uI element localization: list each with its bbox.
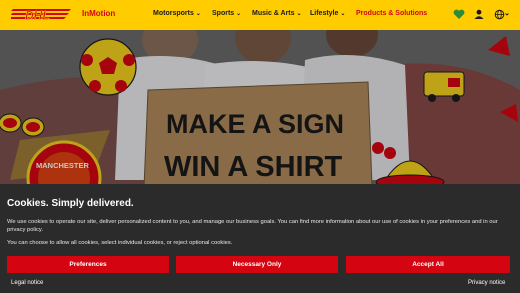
dhl-logo[interactable]: DHL xyxy=(11,8,73,22)
cookie-choice-text: You can choose to allow all cookies, sel… xyxy=(7,240,233,246)
brand-inmotion[interactable]: InMotion xyxy=(82,9,115,18)
chevron-down-icon: ⌄ xyxy=(195,11,201,17)
nav-label: Lifestyle xyxy=(310,10,339,17)
nav-lifestyle[interactable]: Lifestyle ⌄ xyxy=(310,10,345,17)
nav-label: Music & Arts xyxy=(252,10,295,17)
nav-music-arts[interactable]: Music & Arts ⌄ xyxy=(252,10,302,17)
nav-label: Products & Solutions xyxy=(356,10,428,17)
nav-label: Sports xyxy=(212,10,235,17)
site-header: DHL InMotion Motorsports ⌄ Sports ⌄ Music … xyxy=(0,0,520,30)
cookie-banner: Cookies. Simply delivered. We use cookie… xyxy=(0,184,520,293)
logo-text: DHL xyxy=(25,9,50,23)
cookie-description: We use cookies to operate our site, deli… xyxy=(7,219,498,233)
legal-notice-link[interactable]: Legal notice xyxy=(11,280,43,286)
chevron-down-icon: ⌄ xyxy=(236,11,242,17)
nav-motorsports[interactable]: Motorsports ⌄ xyxy=(153,10,201,17)
chevron-down-icon: ⌄ xyxy=(340,11,346,17)
nav-sports[interactable]: Sports ⌄ xyxy=(212,10,241,17)
heart-icon[interactable] xyxy=(453,9,465,20)
accept-all-button[interactable]: Accept All xyxy=(346,256,510,273)
globe-icon[interactable] xyxy=(494,9,510,20)
preferences-button[interactable]: Preferences xyxy=(7,256,169,273)
user-icon[interactable] xyxy=(474,9,484,20)
nav-label: Motorsports xyxy=(153,10,194,17)
necessary-only-button[interactable]: Necessary Only xyxy=(176,256,338,273)
cookie-title: Cookies. Simply delivered. xyxy=(7,198,134,209)
privacy-notice-link[interactable]: Privacy notice xyxy=(468,280,505,286)
nav-products-solutions[interactable]: Products & Solutions xyxy=(356,10,427,17)
chevron-down-icon: ⌄ xyxy=(296,11,302,17)
